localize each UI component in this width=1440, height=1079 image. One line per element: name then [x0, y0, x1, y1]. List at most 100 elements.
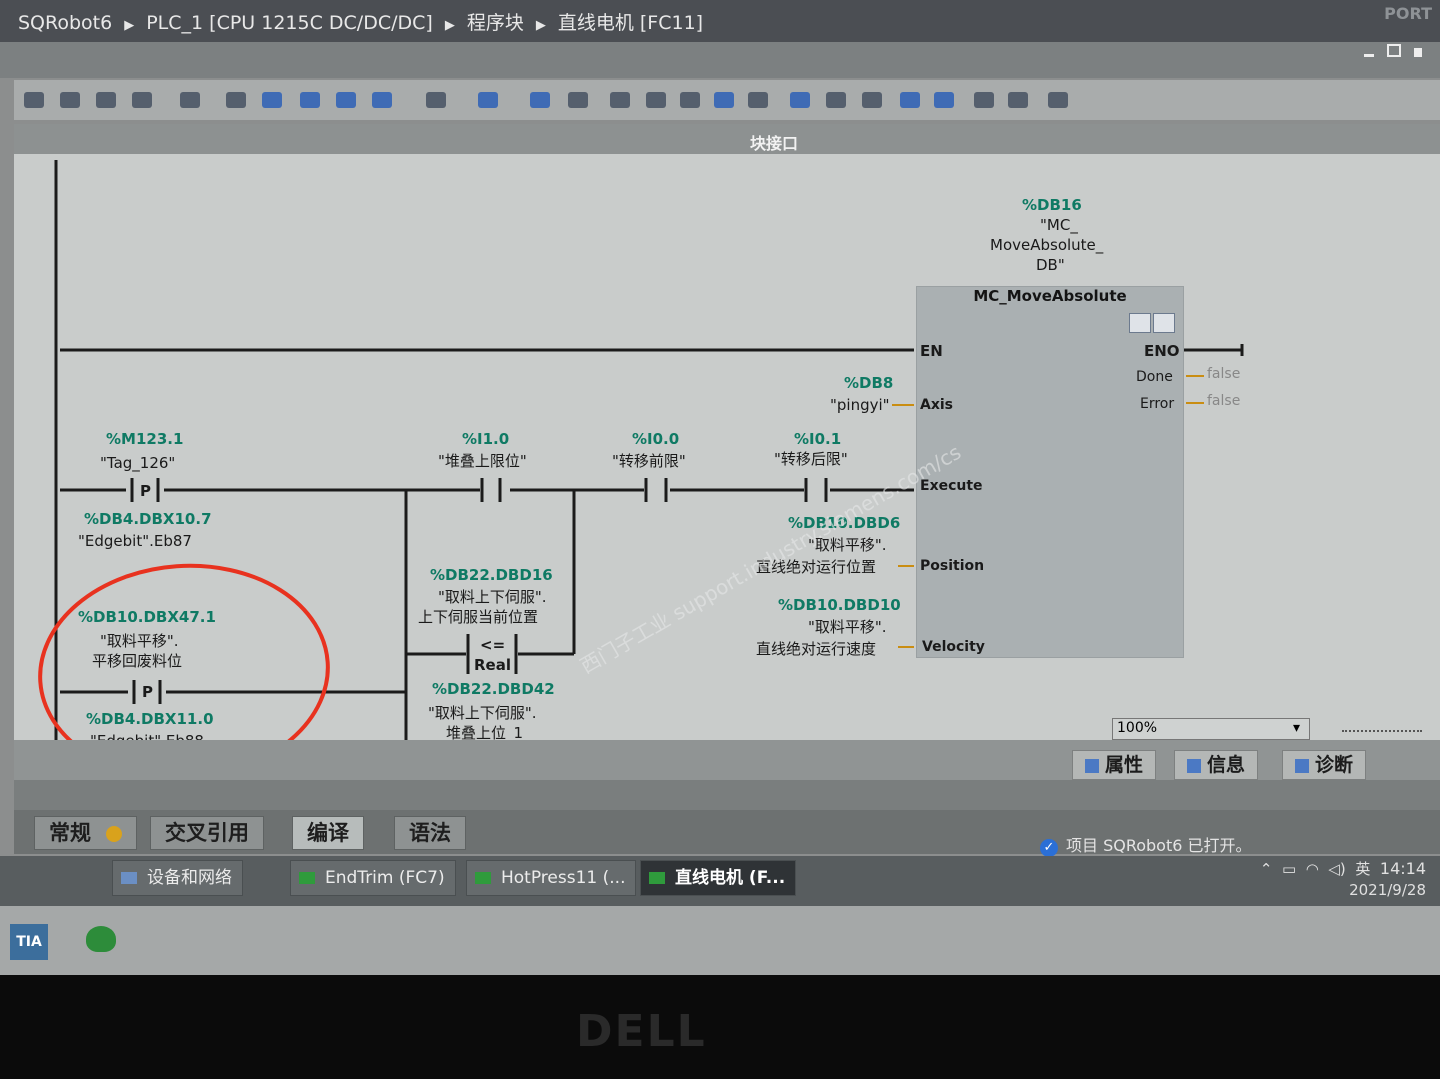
editor-tab-linear-motor[interactable]: 直线电机 (F... [640, 860, 797, 896]
contact4-name[interactable]: "转移后限" [774, 448, 848, 469]
breadcrumb-plc[interactable]: PLC_1 [CPU 1215C DC/DC/DC] [146, 12, 433, 34]
contact5-address[interactable]: %DB10.DBX47.1 [78, 608, 216, 626]
lock-icon[interactable] [1046, 88, 1070, 112]
breadcrumb-folder[interactable]: 程序块 [467, 12, 524, 34]
velocity-address[interactable]: %DB10.DBD10 [778, 596, 901, 614]
contact5-type: P [142, 683, 153, 701]
monitor-icon[interactable] [178, 88, 202, 112]
chevron-up-icon[interactable]: ⌃ [1260, 860, 1273, 878]
editor-tab-endtrim[interactable]: EndTrim (FC7) [290, 860, 456, 896]
monitoring-off-icon[interactable] [932, 88, 956, 112]
properties-icon [1085, 758, 1099, 773]
axis-name[interactable]: "pingyi" [830, 396, 890, 414]
editor-tab-hotpress[interactable]: HotPress11 (... [466, 860, 637, 896]
compare-in1-address[interactable]: %DB22.DBD16 [430, 566, 553, 584]
battery-icon[interactable]: ▭ [1282, 860, 1296, 878]
volume-icon[interactable]: ◁) [1328, 860, 1345, 878]
comments-icon[interactable] [334, 88, 358, 112]
compare-in1-name-line2[interactable]: 上下伺服当前位置 [418, 606, 538, 627]
wifi-icon[interactable]: ◠ [1306, 860, 1319, 878]
absolute-address-icon[interactable] [370, 88, 394, 112]
contact5-edge-address[interactable]: %DB4.DBX11.0 [86, 710, 214, 728]
contact2-name[interactable]: "堆叠上限位" [438, 450, 527, 471]
branch-close-icon[interactable] [860, 88, 884, 112]
velocity-name-line2[interactable]: 直线绝对运行速度 [756, 638, 876, 659]
ime-indicator[interactable]: 英 [1355, 860, 1370, 878]
contact4-address[interactable]: %I0.1 [794, 430, 841, 448]
compare-in2-name-line2[interactable]: 堆叠上位_1 [446, 722, 523, 740]
editor-taskbar: 设备和网络 EndTrim (FC7) HotPress11 (... 直线电机… [0, 856, 1440, 906]
contact2-address[interactable]: %I1.0 [462, 430, 509, 448]
jump-icon[interactable] [644, 88, 668, 112]
add-row-icon[interactable] [130, 88, 154, 112]
clock-time[interactable]: 14:14 [1380, 859, 1426, 878]
insert-call-icon[interactable] [788, 88, 812, 112]
glasses-icon[interactable] [1006, 88, 1030, 112]
subtab-general[interactable]: 常规 [34, 816, 138, 850]
contact5-edge-name[interactable]: "Edgebit".Eb88 [90, 732, 204, 740]
fb-instance-address[interactable]: %DB16 [1022, 196, 1082, 214]
info-badge-icon [106, 826, 123, 842]
velocity-name-line1[interactable]: "取料平移". [808, 616, 887, 637]
compare-in1-name-line1[interactable]: "取料上下伺服". [438, 586, 547, 607]
dell-logo: DELL [576, 1006, 707, 1057]
insert-row-icon[interactable] [94, 88, 118, 112]
close-all-networks-icon[interactable] [298, 88, 322, 112]
tab-properties[interactable]: 属性 [1072, 750, 1157, 780]
contact3-address[interactable]: %I0.0 [632, 430, 679, 448]
editor-tab-devices[interactable]: 设备和网络 [112, 860, 243, 896]
monitoring-on-icon[interactable] [898, 88, 922, 112]
snapshot-icon[interactable] [678, 88, 702, 112]
contact1-edge-name[interactable]: "Edgebit".Eb87 [78, 532, 192, 550]
tia-portal-app-icon[interactable]: TIA [10, 924, 48, 960]
close-icon[interactable] [1414, 48, 1422, 57]
chevron-right-icon: ▶ [444, 18, 455, 33]
network-overview-icon[interactable] [528, 88, 552, 112]
pin-error: Error [1140, 396, 1175, 412]
copy-snapshot-icon[interactable] [746, 88, 770, 112]
pin-done: Done [1136, 369, 1173, 385]
branch-open-icon[interactable] [824, 88, 848, 112]
tab-info[interactable]: 信息 [1174, 750, 1259, 780]
pin-velocity: Velocity [922, 639, 985, 655]
breakpoint-icon[interactable] [972, 88, 996, 112]
subtab-syntax[interactable]: 语法 [394, 816, 466, 850]
fb-diagnostics-icon[interactable] [1153, 313, 1175, 333]
contact5-name-line1[interactable]: "取料平移". [100, 630, 179, 651]
breadcrumb-block[interactable]: 直线电机 [FC11] [558, 12, 703, 34]
load-snapshot-icon[interactable] [712, 88, 736, 112]
contact5-name-line2[interactable]: 平移回废料位 [92, 650, 182, 671]
list-icon[interactable] [224, 88, 248, 112]
compare-type[interactable]: Real [474, 656, 511, 674]
tag-info-icon[interactable] [424, 88, 448, 112]
restore-icon[interactable] [1386, 44, 1401, 57]
clock-date[interactable]: 2021/9/28 [1260, 881, 1426, 899]
fb-instance-name-line1: "MC_ [1040, 216, 1078, 234]
axis-address[interactable]: %DB8 [844, 374, 893, 392]
delete-network-icon[interactable] [58, 88, 82, 112]
zoom-slider[interactable] [1342, 724, 1422, 732]
fb-open-icon[interactable] [1129, 313, 1151, 333]
tab-diagnostics[interactable]: 诊断 [1282, 750, 1367, 780]
breadcrumb-project[interactable]: SQRobot6 [18, 12, 112, 34]
tab-diagnostics-label: 诊断 [1315, 754, 1354, 776]
block-interface-bar[interactable]: 块接口 [14, 124, 1440, 154]
compare-in2-name-line1[interactable]: "取料上下伺服". [428, 702, 537, 723]
block-interface-label: 块接口 [750, 134, 799, 153]
ladder-editor[interactable]: MC_MoveAbsolute %DB16 "MC_ MoveAbsolute_… [14, 154, 1440, 740]
app-frog-icon[interactable] [86, 926, 116, 952]
insert-network-icon[interactable] [22, 88, 46, 112]
favorites-icon[interactable] [476, 88, 500, 112]
contact1-name[interactable]: "Tag_126" [100, 454, 175, 472]
contact1-address[interactable]: %M123.1 [106, 430, 183, 448]
minimize-icon[interactable] [1363, 54, 1374, 57]
compare-in2-address[interactable]: %DB22.DBD42 [432, 680, 555, 698]
contact3-name[interactable]: "转移前限" [612, 450, 686, 471]
subtab-cross-references[interactable]: 交叉引用 [150, 816, 264, 850]
go-to-icon[interactable] [608, 88, 632, 112]
highlight-icon[interactable] [566, 88, 590, 112]
contact1-edge-address[interactable]: %DB4.DBX10.7 [84, 510, 212, 528]
zoom-select[interactable]: 100% ▾ [1112, 718, 1310, 740]
subtab-compile[interactable]: 编译 [292, 816, 364, 850]
open-all-networks-icon[interactable] [260, 88, 284, 112]
